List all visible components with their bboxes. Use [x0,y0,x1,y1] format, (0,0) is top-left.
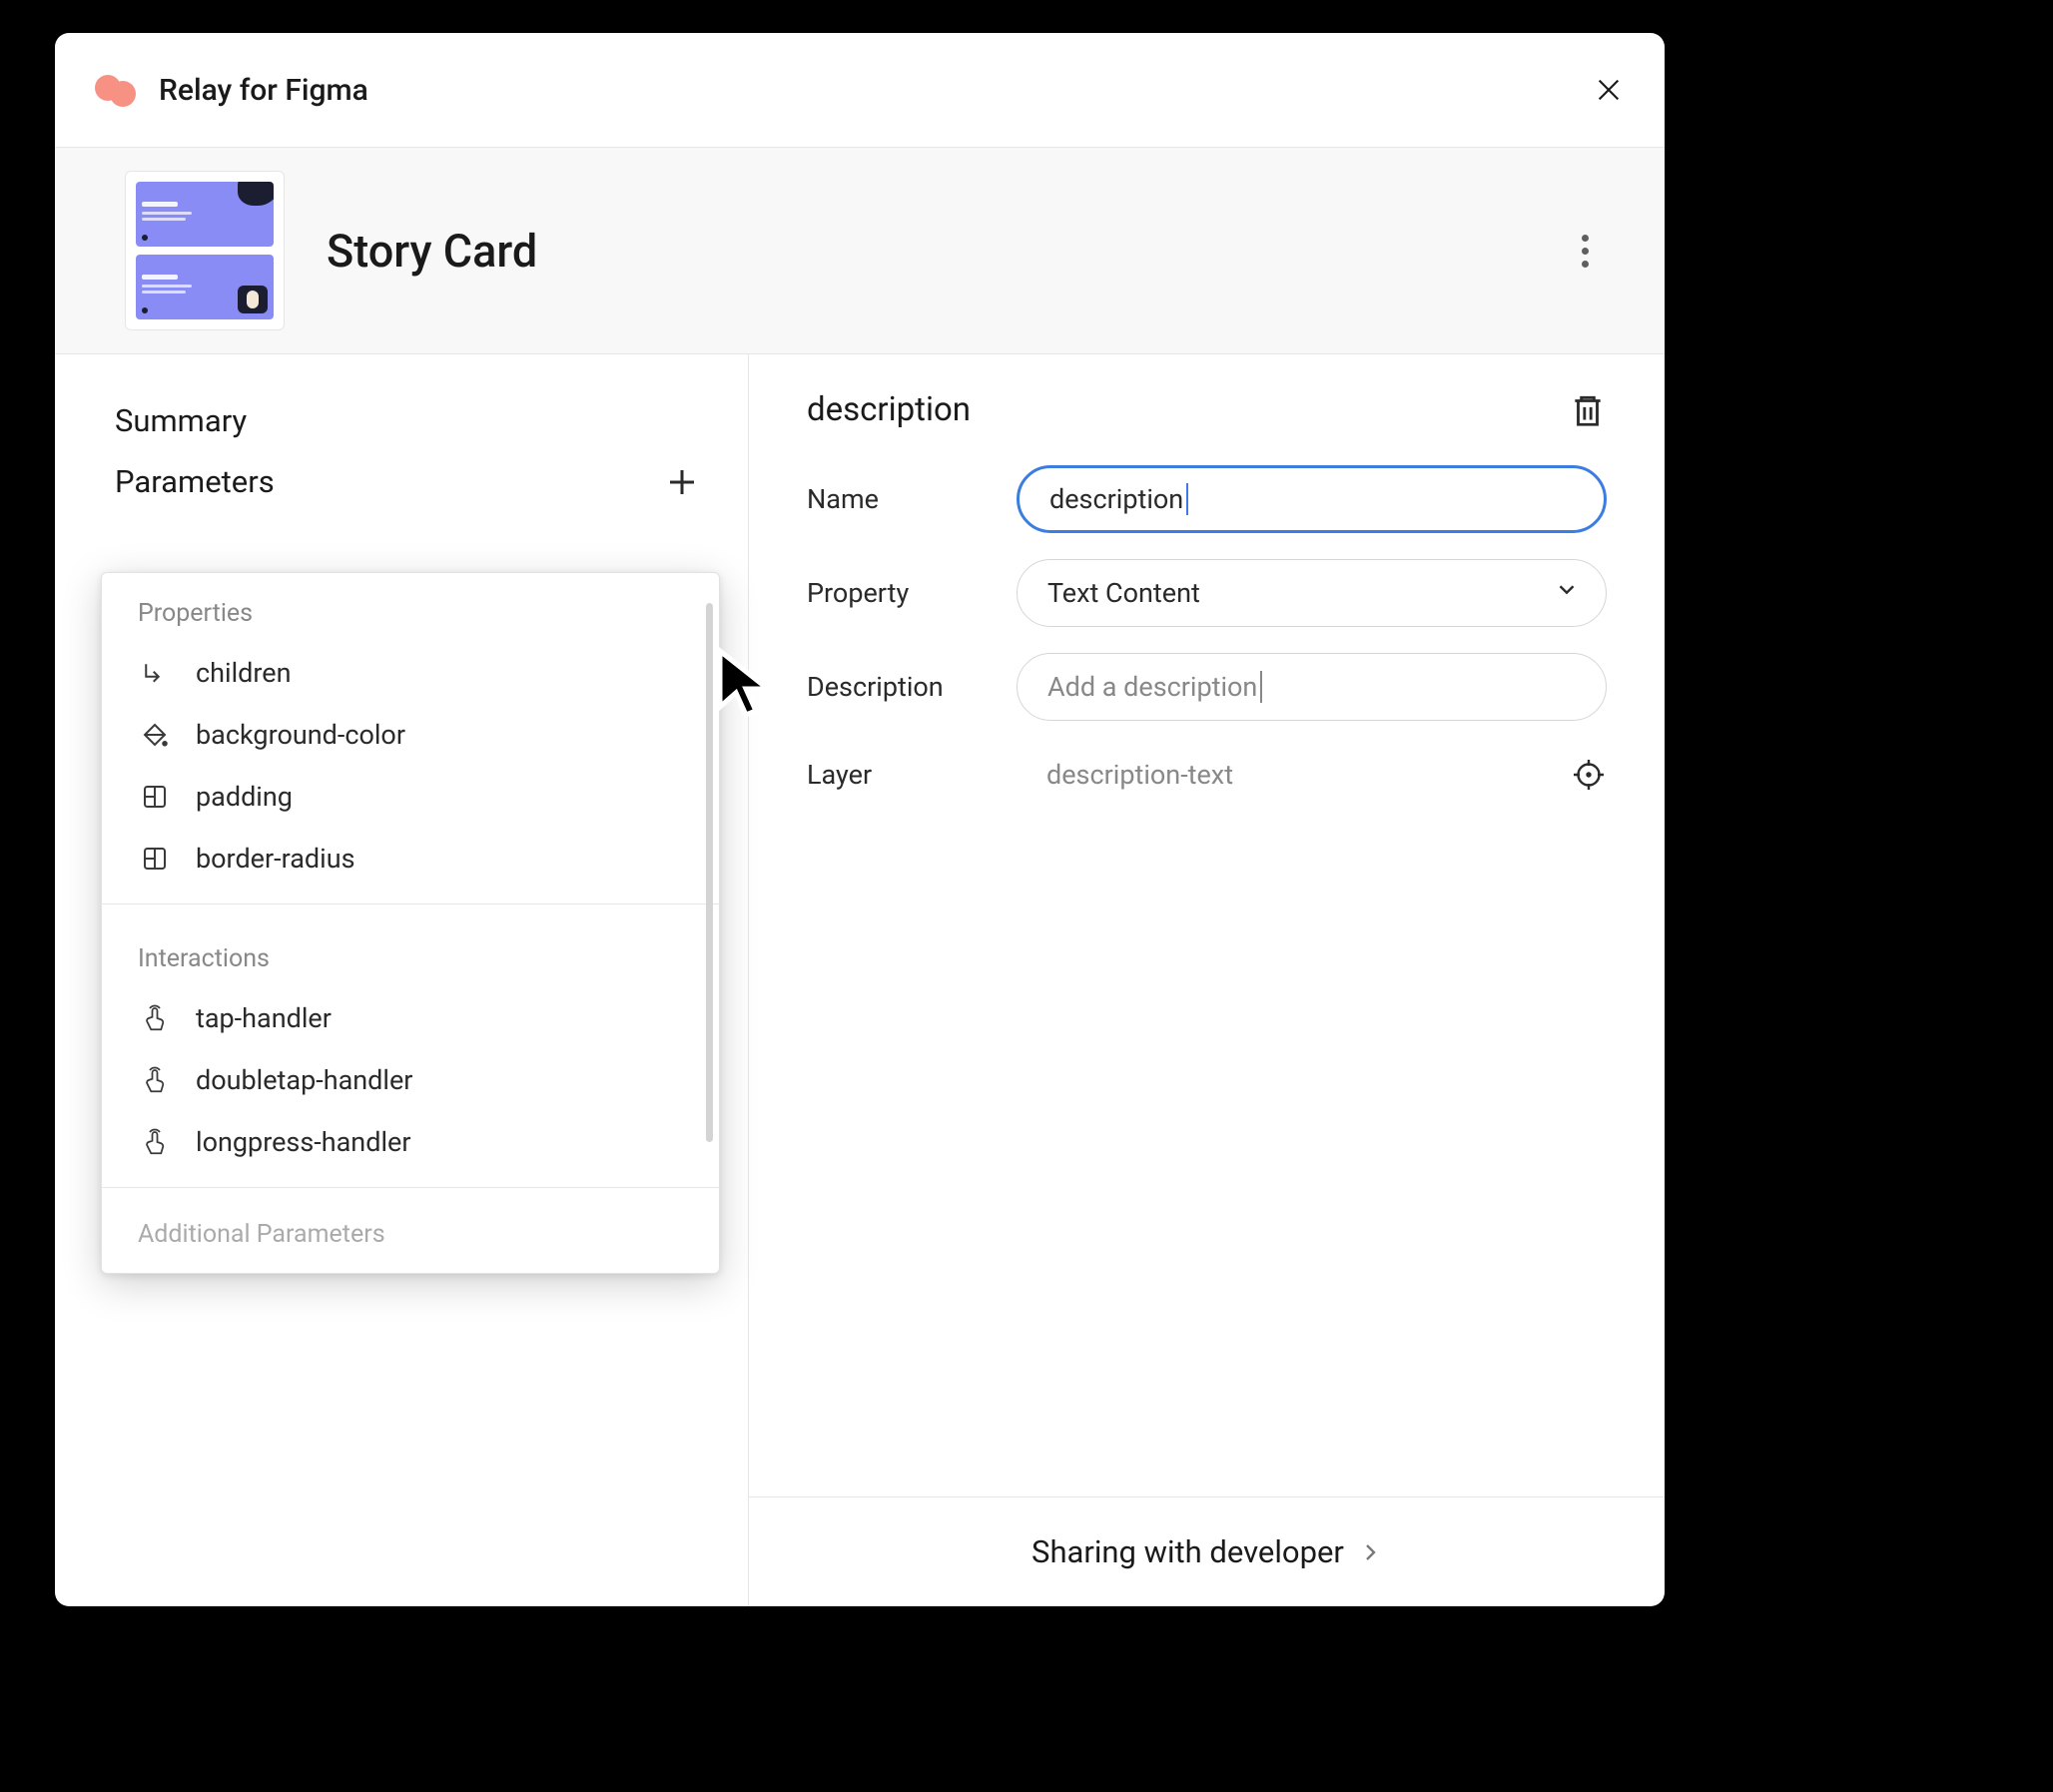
right-pane: description Name description Property Te… [749,354,1665,1606]
tap-icon [138,1125,172,1159]
text-caret [1260,671,1262,703]
app-title: Relay for Figma [159,73,368,108]
popup-interactions-label: Interactions [102,918,719,987]
summary-tab[interactable]: Summary [55,390,748,451]
dots-vertical-icon [1582,235,1589,242]
component-thumbnail [125,171,285,330]
popup-item-label: border-radius [196,843,355,875]
popup-additional-parameters[interactable]: Additional Parameters [102,1202,719,1273]
popup-item-label: background-color [196,719,405,751]
popup-item-tap-handler[interactable]: tap-handler [102,987,719,1049]
component-title: Story Card [327,225,537,278]
parameter-type-popup: Properties children background-color [101,572,720,1274]
layer-label: Layer [807,759,1017,791]
trash-icon [1569,391,1607,429]
popup-item-label: tap-handler [196,1002,332,1034]
popup-item-border-radius[interactable]: border-radius [102,828,719,890]
box-icon [138,842,172,876]
name-input[interactable]: description [1017,465,1607,533]
popup-properties-label: Properties [102,573,719,642]
popup-divider [102,1187,719,1188]
more-menu-button[interactable] [1565,231,1605,271]
popup-item-label: children [196,657,292,689]
plugin-panel: Relay for Figma Story Car [55,33,1665,1606]
description-input[interactable]: Add a description [1017,653,1607,721]
popup-item-children[interactable]: children [102,642,719,704]
description-label: Description [807,671,1017,703]
left-pane: Summary Parameters Properties childre [55,354,749,1606]
plus-icon [664,464,700,500]
detail-title: description [807,390,971,429]
close-button[interactable] [1593,74,1625,106]
delete-parameter-button[interactable] [1569,391,1607,429]
sharing-footer-button[interactable]: Sharing with developer [749,1496,1665,1606]
popup-item-longpress-handler[interactable]: longpress-handler [102,1111,719,1173]
popup-scrollbar[interactable] [706,603,713,1142]
property-select[interactable]: Text Content [1017,559,1607,627]
property-label: Property [807,577,1017,609]
crosshair-icon [1571,757,1607,793]
tap-icon [138,1001,172,1035]
box-icon [138,780,172,814]
chevron-right-icon [1358,1540,1382,1564]
body: Summary Parameters Properties childre [55,354,1665,1606]
popup-item-padding[interactable]: padding [102,766,719,828]
tap-icon [138,1063,172,1097]
text-caret [1186,483,1188,515]
layer-value: description-text [1017,759,1571,791]
footer-label: Sharing with developer [1031,1533,1344,1570]
locate-layer-button[interactable] [1571,757,1607,793]
chevron-down-icon [1554,577,1580,610]
title-bar: Relay for Figma [55,33,1665,148]
component-header: Story Card [55,148,1665,354]
close-icon [1593,74,1625,106]
parameters-heading: Parameters [115,463,275,500]
popup-item-label: doubletap-handler [196,1064,412,1096]
popup-item-label: padding [196,781,293,813]
popup-item-doubletap-handler[interactable]: doubletap-handler [102,1049,719,1111]
name-label: Name [807,483,1017,515]
popup-item-background-color[interactable]: background-color [102,704,719,766]
popup-divider [102,903,719,904]
add-parameter-button[interactable] [664,464,700,500]
relay-logo-icon [95,69,137,111]
popup-item-label: longpress-handler [196,1126,410,1158]
fill-icon [138,718,172,752]
children-icon [138,656,172,690]
